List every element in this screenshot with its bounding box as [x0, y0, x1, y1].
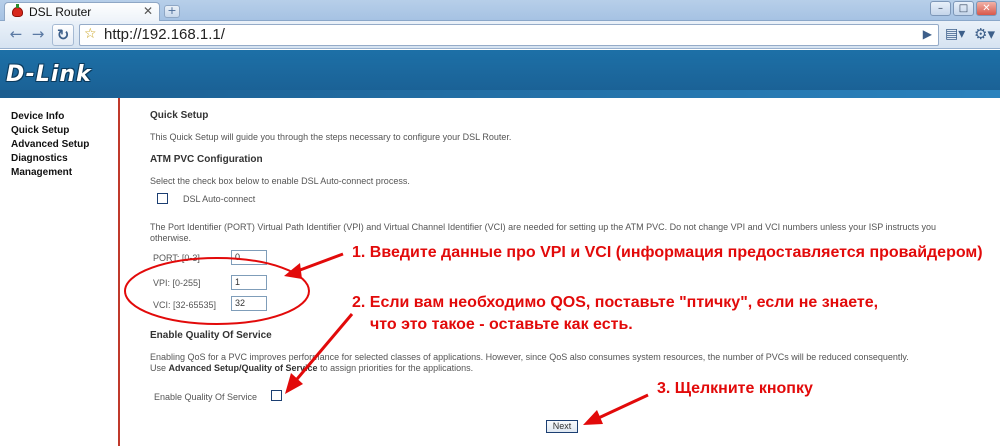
annotation-overlay [124, 252, 649, 425]
highlight-ellipse [124, 257, 310, 325]
annotation-step-3: 3. Щелкните кнопку [657, 380, 813, 397]
arrow-2 [285, 313, 354, 394]
annotation-step-2-line2: что это такое - оставьте как есть. [370, 316, 633, 333]
arrow-1 [284, 252, 344, 279]
arrow-3 [583, 393, 649, 425]
annotation-step-1: 1. Введите данные про VPI и VCI (информа… [352, 244, 983, 261]
annotation-step-2-line1: 2. Если вам необходимо QOS, поставьте "п… [352, 294, 879, 311]
